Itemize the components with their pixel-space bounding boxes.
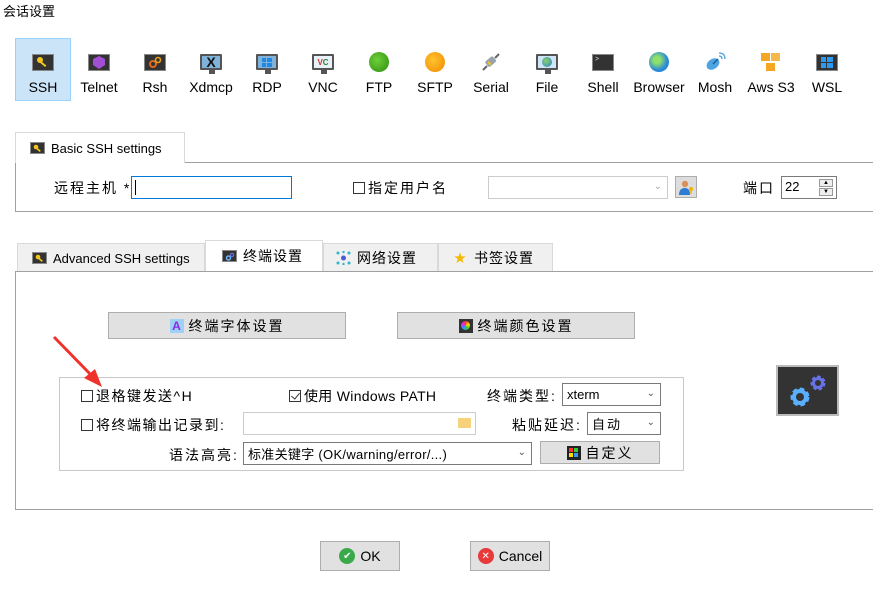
windows-logo-icon [815,51,839,73]
terminal-font-settings-button[interactable]: A 终端字体设置 [108,312,346,339]
spin-up-button[interactable]: ▲ [819,179,833,187]
telnet-gem-icon [87,51,111,73]
serial-plug-icon [479,51,503,73]
session-type-rsh[interactable]: Rsh [127,38,183,101]
tab-advanced-ssh-settings[interactable]: Advanced SSH settings [17,243,205,272]
session-type-ssh[interactable]: SSH [15,38,71,101]
close-circle-icon: ✕ [477,548,494,564]
port-label: 端口 [743,180,775,196]
session-type-shell[interactable]: > Shell [575,38,631,101]
session-type-sftp[interactable]: SFTP [407,38,463,101]
cancel-button[interactable]: ✕ Cancel [470,541,550,571]
session-type-wsl[interactable]: WSL [799,38,855,101]
spin-down-button[interactable]: ▼ [819,188,833,196]
session-type-rdp[interactable]: RDP [239,38,295,101]
xdmcp-monitor-icon: X [199,51,223,74]
terminal-type-label: 终端类型: [487,388,557,404]
chevron-down-icon: ⌄ [517,447,526,458]
session-type-browser[interactable]: Browser [631,38,687,101]
paste-delay-select[interactable]: 自动 ⌄ [587,412,661,435]
session-type-mosh[interactable]: Mosh [687,38,743,101]
aws-cubes-icon [759,51,783,73]
file-monitor-globe-icon [535,51,559,74]
chevron-down-icon: ⌄ [653,181,662,192]
terminal-type-select[interactable]: xterm ⌄ [562,383,661,406]
annotation-arrow [52,335,102,387]
session-type-ftp[interactable]: FTP [351,38,407,101]
browser-globe-icon [647,51,671,73]
syntax-highlight-label: 语法高亮: [169,447,239,463]
key-icon [32,252,47,264]
green-globe-icon [367,51,391,73]
windows-path-check[interactable] [289,390,301,402]
syntax-highlight-select[interactable]: 标准关键字 (OK/warning/error/...) ⌄ [243,442,532,465]
star-icon: ★ [453,250,468,267]
tab-bookmark-settings[interactable]: ★ 书签设置 [438,243,553,272]
tab-basic-ssh-settings[interactable]: Basic SSH settings [15,132,185,163]
chevron-down-icon: ⌄ [646,417,655,428]
user-key-icon [679,180,693,195]
key-icon [31,51,55,73]
session-type-vnc[interactable]: VC VNC [295,38,351,101]
color-palette-icon [458,318,473,333]
port-spinner[interactable]: 22 ▲ ▼ [781,176,837,199]
username-combo[interactable]: ⌄ [488,176,668,199]
rsh-gears-icon [143,51,167,73]
gears-icon [222,250,237,262]
tab-network-settings[interactable]: 网络设置 [323,243,438,272]
session-type-telnet[interactable]: Telnet [71,38,127,101]
remote-host-label: 远程主机 * [54,180,132,196]
check-circle-icon: ✔ [339,548,356,564]
network-icon [336,251,351,265]
log-output-check[interactable] [81,419,93,431]
folder-icon[interactable] [458,418,471,428]
backspace-check[interactable] [81,390,93,402]
ok-button[interactable]: ✔ OK [320,541,400,571]
session-type-serial[interactable]: Serial [463,38,519,101]
chevron-down-icon: ⌄ [646,388,655,399]
user-credentials-button[interactable] [675,176,697,198]
paste-delay-label: 粘贴延迟: [512,417,582,433]
satellite-dish-icon [703,51,727,73]
specify-username-check[interactable] [353,182,365,194]
vnc-monitor-icon: VC [311,51,335,74]
use-windows-path-checkbox[interactable]: 使用 Windows PATH [289,386,436,406]
specify-username-checkbox[interactable]: 指定用户名 [353,178,448,198]
remote-host-input[interactable] [131,176,292,199]
tab-terminal-settings[interactable]: 终端设置 [205,240,323,271]
rdp-windows-monitor-icon [255,51,279,74]
orange-globe-icon [423,51,447,73]
customize-highlight-button[interactable]: 自定义 [540,441,660,464]
key-icon [30,142,45,154]
terminal-color-settings-button[interactable]: 终端颜色设置 [397,312,635,339]
terminal-icon: > [591,51,615,73]
session-type-bar: SSH Telnet Rsh X Xdmcp RDP VC VNC FTP SF… [15,38,855,101]
session-type-file[interactable]: File [519,38,575,101]
font-icon: A [169,318,184,333]
session-type-xdmcp[interactable]: X Xdmcp [183,38,239,101]
terminal-settings-gears-icon [776,365,839,416]
session-type-aws-s3[interactable]: Aws S3 [743,38,799,101]
log-path-input[interactable] [243,412,476,435]
window-title: 会话设置 [3,4,56,19]
colored-monitor-icon [566,445,581,460]
log-output-checkbox[interactable]: 将终端输出记录到: [81,415,225,435]
